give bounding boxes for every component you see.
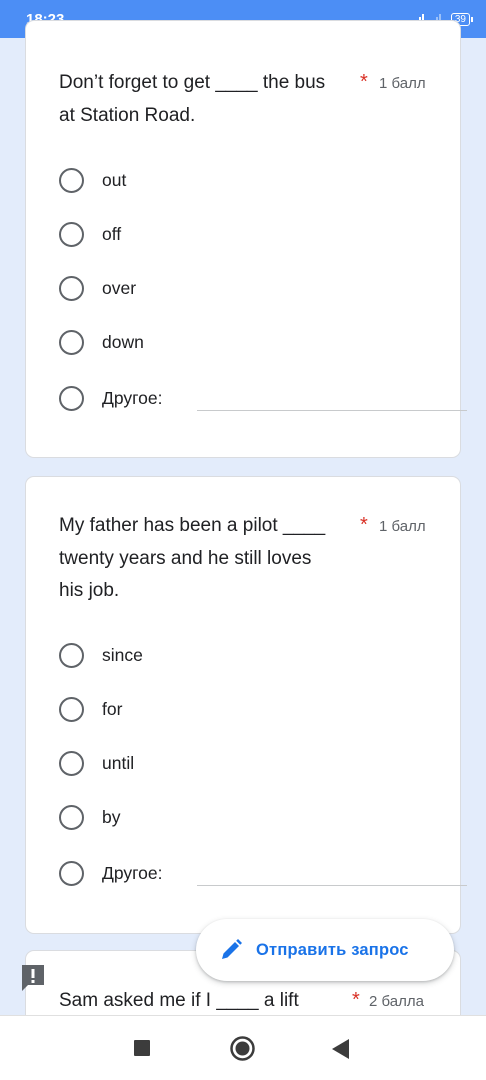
send-request-button[interactable]: Отправить запрос (196, 919, 454, 981)
option-label: since (102, 644, 143, 665)
question-text: My father has been a pilot ____ twenty y… (59, 510, 359, 608)
option-since[interactable]: since (59, 640, 143, 670)
option-label: over (102, 277, 137, 298)
radio-button[interactable] (59, 221, 84, 247)
question-line: his job. (59, 580, 120, 601)
feedback-icon[interactable] (20, 963, 46, 993)
question-line: twenty years and he still loves (59, 547, 312, 569)
radio-button[interactable] (59, 804, 84, 830)
option-label: by (102, 806, 121, 827)
question-line: Don’t forget to get ____ the bus (59, 72, 326, 93)
option-off[interactable]: off (59, 219, 121, 249)
recents-square-icon[interactable] (134, 1040, 150, 1056)
other-text-input[interactable] (197, 885, 467, 886)
send-button-label: Отправить запрос (256, 940, 409, 959)
option-for[interactable]: for (59, 694, 122, 724)
navigation-bar (0, 1015, 486, 1080)
question-text: Sam asked me if I ____ a lift (59, 985, 359, 1018)
question-card-1: Don’t forget to get ____ the bus at Stat… (25, 20, 467, 458)
option-label: down (102, 331, 144, 352)
option-label: for (102, 698, 123, 719)
question-line: My father has been a pilot ____ (59, 515, 326, 536)
radio-button[interactable] (59, 385, 84, 411)
option-by[interactable]: by (59, 802, 120, 832)
other-text-input[interactable] (197, 410, 467, 411)
option-until[interactable]: until (59, 748, 134, 778)
radio-button[interactable] (59, 329, 84, 355)
back-triangle-icon[interactable] (330, 1038, 350, 1060)
points-label: 2 балла (369, 993, 424, 1010)
option-over[interactable]: over (59, 273, 136, 303)
required-asterisk: * (352, 989, 360, 1011)
other-label: Другое: (102, 862, 163, 883)
question-card-2: My father has been a pilot ____ twenty y… (25, 476, 467, 934)
radio-button[interactable] (59, 696, 84, 722)
option-down[interactable]: down (59, 327, 144, 357)
radio-button[interactable] (59, 275, 84, 301)
option-other[interactable]: Другое: (59, 858, 162, 888)
points-label: 1 балл (379, 75, 426, 92)
question-text: Don’t forget to get ____ the bus at Stat… (59, 67, 359, 132)
points-label: 1 балл (379, 518, 426, 535)
pencil-icon (222, 939, 242, 959)
required-asterisk: * (360, 514, 368, 536)
question-line: Sam asked me if I ____ a lift (59, 990, 299, 1011)
option-label: out (102, 169, 127, 190)
home-circle-icon[interactable] (230, 1036, 255, 1061)
required-asterisk: * (360, 71, 368, 93)
question-line: at Station Road. (59, 104, 196, 126)
radio-button[interactable] (59, 642, 84, 668)
radio-button[interactable] (59, 750, 84, 776)
option-label: until (102, 752, 135, 773)
option-other[interactable]: Другое: (59, 383, 162, 413)
radio-button[interactable] (59, 167, 84, 193)
option-out[interactable]: out (59, 165, 126, 195)
option-label: off (102, 223, 122, 244)
radio-button[interactable] (59, 860, 84, 886)
other-label: Другое: (102, 387, 163, 408)
